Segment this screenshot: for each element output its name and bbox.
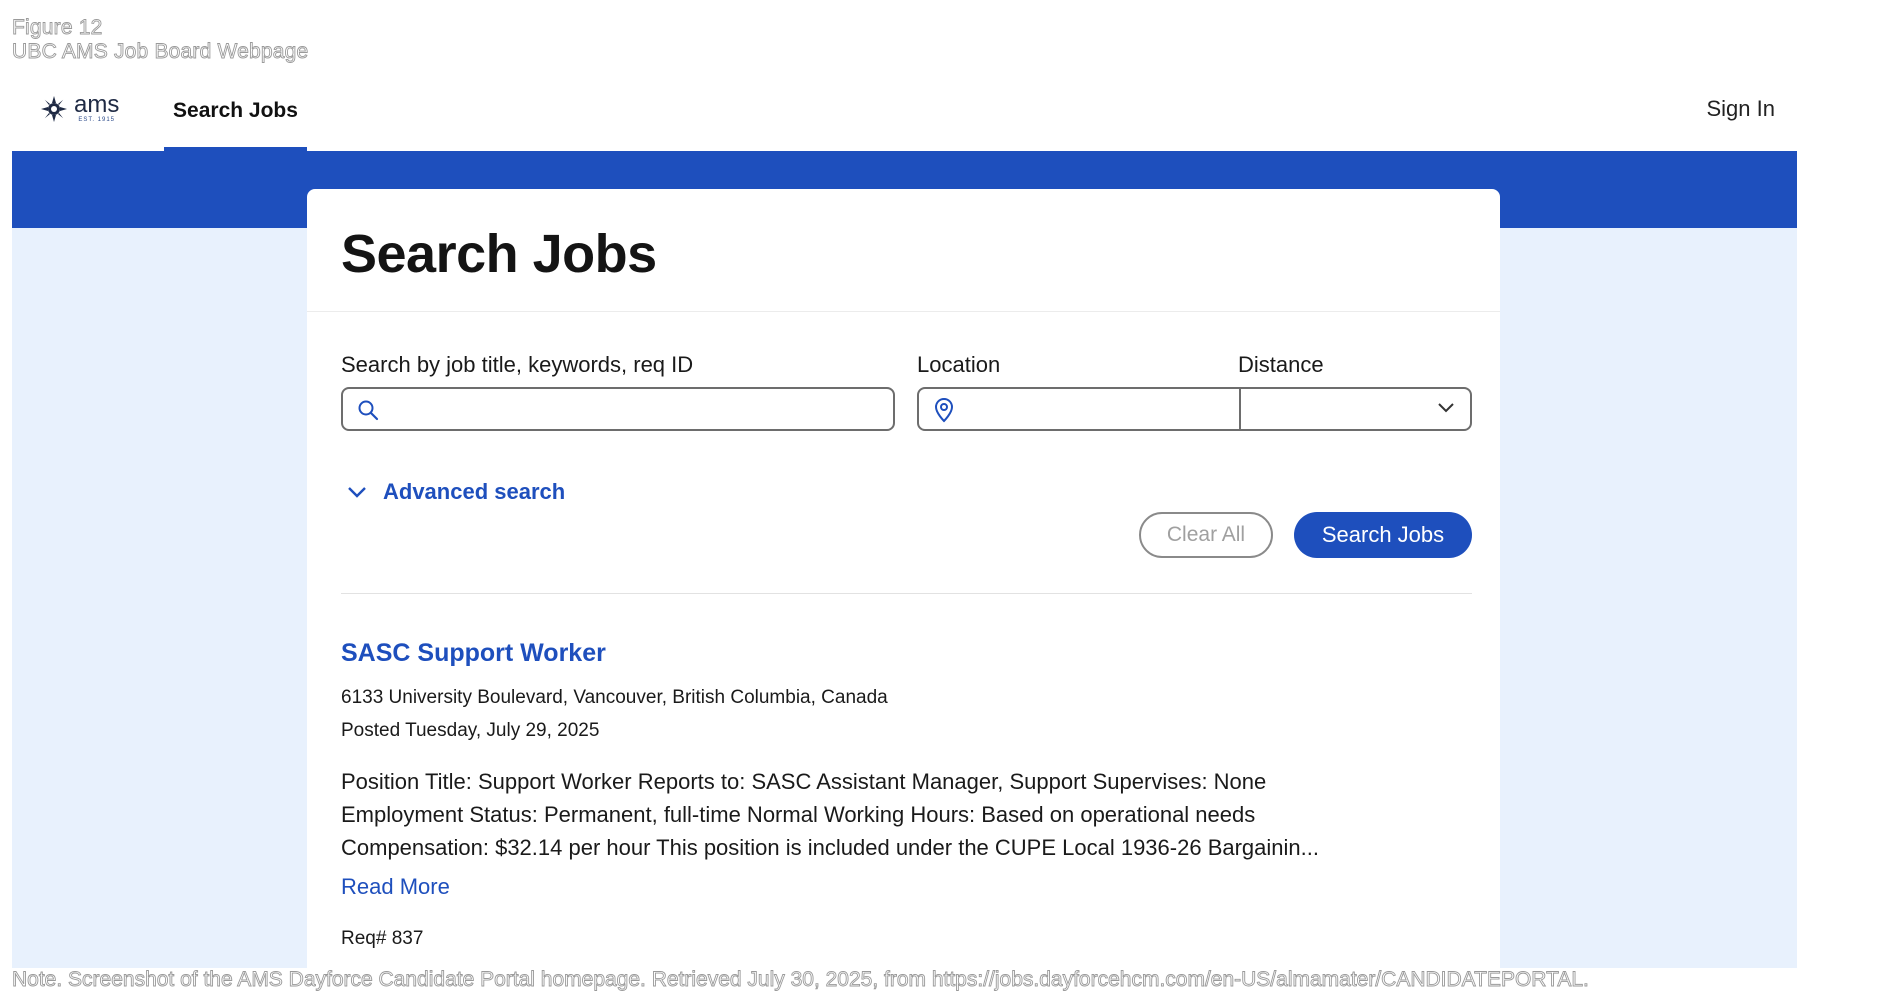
distance-label: Distance bbox=[1238, 352, 1324, 377]
search-icon bbox=[358, 400, 379, 421]
figure-note: Note. Screenshot of the AMS Dayforce Can… bbox=[12, 968, 1590, 992]
keyword-search-input[interactable] bbox=[341, 387, 895, 431]
figure-title: UBC AMS Job Board Webpage bbox=[12, 40, 309, 64]
job-title-link[interactable]: SASC Support Worker bbox=[341, 639, 606, 668]
field-separator bbox=[1239, 389, 1241, 429]
figure-number: Figure 12 bbox=[12, 16, 103, 40]
location-distance-group bbox=[917, 387, 1472, 431]
job-description-line: Compensation: $32.14 per hour This posit… bbox=[341, 835, 1319, 860]
advanced-search-label: Advanced search bbox=[383, 479, 566, 504]
divider bbox=[341, 593, 1472, 594]
search-jobs-button[interactable]: Search Jobs bbox=[1294, 512, 1472, 558]
job-description-line: Employment Status: Permanent, full-time … bbox=[341, 802, 1256, 827]
chevron-down-icon[interactable] bbox=[1436, 401, 1456, 415]
sun-logo-icon bbox=[41, 96, 67, 122]
job-location: 6133 University Boulevard, Vancouver, Br… bbox=[341, 687, 888, 708]
chevron-down-icon bbox=[348, 487, 366, 498]
screenshot: ams EST. 1915 Search Jobs Sign In Search… bbox=[12, 74, 1797, 968]
top-navigation: ams EST. 1915 Search Jobs Sign In bbox=[12, 74, 1797, 151]
figure-caption: Figure 12 UBC AMS Job Board Webpage bbox=[12, 16, 309, 64]
read-more-link[interactable]: Read More bbox=[341, 874, 450, 900]
page-title: Search Jobs bbox=[341, 224, 657, 284]
location-label: Location bbox=[917, 352, 1001, 377]
sign-in-link[interactable]: Sign In bbox=[1707, 96, 1776, 122]
advanced-search-toggle[interactable]: Advanced search bbox=[347, 479, 565, 505]
clear-all-button[interactable]: Clear All bbox=[1139, 512, 1273, 558]
divider bbox=[307, 311, 1500, 312]
location-pin-icon bbox=[934, 397, 954, 423]
keyword-label: Search by job title, keywords, req ID bbox=[341, 352, 694, 377]
logo-est: EST. 1915 bbox=[78, 117, 116, 123]
search-card: Search Jobs Search by job title, keyword… bbox=[307, 189, 1500, 968]
job-description: Position Title: Support Worker Reports t… bbox=[341, 765, 1461, 864]
job-posted-date: Posted Tuesday, July 29, 2025 bbox=[341, 720, 600, 741]
ams-logo[interactable]: ams EST. 1915 bbox=[40, 91, 120, 124]
job-description-line: Position Title: Support Worker Reports t… bbox=[341, 769, 1267, 794]
logo-word: ams bbox=[74, 91, 120, 118]
tab-search-jobs[interactable]: Search Jobs bbox=[164, 74, 307, 151]
figure: Figure 12 UBC AMS Job Board Webpage ams … bbox=[0, 0, 1886, 1002]
job-req-id: Req# 837 bbox=[341, 928, 424, 949]
